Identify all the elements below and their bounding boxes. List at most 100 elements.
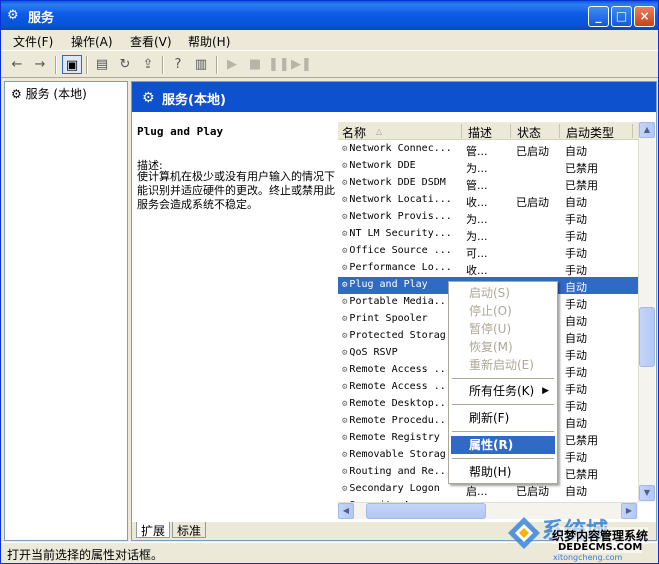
service-startup-type: 手动 bbox=[565, 264, 587, 277]
service-name-cell: ⚙ Protected Storag bbox=[342, 330, 446, 341]
minimize-button[interactable]: _ bbox=[588, 6, 609, 27]
services-gear-icon: ⚙ bbox=[7, 8, 19, 23]
menu-item-refresh[interactable]: 刷新(F) bbox=[451, 409, 555, 427]
properties-icon[interactable]: ▤ bbox=[92, 55, 112, 74]
panel-header-title: 服务(本地) bbox=[162, 93, 226, 108]
menu-view[interactable]: 查看(V) bbox=[130, 33, 172, 50]
menu-item-pause[interactable]: 暂停(U) bbox=[451, 320, 555, 338]
service-startup-type: 手动 bbox=[565, 298, 587, 311]
description-text: 使计算机在极少或没有用户输入的情况下能识别并适应硬件的更改。终止或禁用此服务会造… bbox=[137, 170, 335, 211]
start-service-icon[interactable]: ▶ bbox=[222, 55, 242, 74]
service-row[interactable]: ⚙ Network Connec... 管... 已启动 自动 bbox=[338, 141, 638, 158]
service-name: Network DDE DSDM bbox=[349, 177, 446, 188]
vertical-scroll-thumb[interactable] bbox=[639, 307, 655, 367]
submenu-arrow-icon: ▶ bbox=[542, 386, 549, 396]
services-gear-icon: ⚙ bbox=[11, 87, 22, 101]
service-startup-type: 已禁用 bbox=[565, 162, 598, 175]
service-name: Portable Media... bbox=[349, 296, 452, 307]
menu-item-start[interactable]: 启动(S) bbox=[451, 284, 555, 302]
service-name-cell: ⚙ Network DDE DSDM bbox=[342, 177, 446, 188]
menu-file[interactable]: 文件(F) bbox=[13, 33, 53, 50]
service-row[interactable]: ⚙ Network Provis... 为... 手动 bbox=[338, 209, 638, 226]
menu-help[interactable]: 帮助(H) bbox=[188, 33, 230, 50]
column-header-name[interactable]: 名称 bbox=[342, 124, 366, 141]
stop-service-icon[interactable]: ■ bbox=[245, 55, 265, 74]
services-window: ⚙ 服务 _ □ × 文件(F) 操作(A) 查看(V) 帮助(H) ← → ▣… bbox=[0, 0, 659, 564]
service-name-cell: ⚙ Portable Media... bbox=[342, 296, 452, 307]
service-row[interactable]: ⚙ NT LM Security... 为... 手动 bbox=[338, 226, 638, 243]
service-startup-type: 自动 bbox=[565, 417, 587, 430]
window-title: 服务 bbox=[28, 11, 55, 26]
tree-node-services-local[interactable]: ⚙ 服务 (本地) bbox=[11, 85, 87, 102]
service-name: Removable Storag bbox=[349, 449, 446, 460]
restart-service-icon[interactable]: ▶❚ bbox=[291, 55, 312, 74]
column-divider[interactable] bbox=[510, 124, 511, 138]
console-tree-icon[interactable]: ▣ bbox=[62, 55, 82, 74]
service-name: Remote Procedu... bbox=[349, 415, 452, 426]
console-tree: ⚙ 服务 (本地) bbox=[4, 81, 128, 541]
tab-standard[interactable]: 标准 bbox=[172, 522, 207, 538]
service-name-cell: ⚙ Performance Lo... bbox=[342, 262, 452, 273]
tab-extended[interactable]: 扩展 bbox=[136, 522, 171, 538]
service-description: 管... bbox=[466, 179, 488, 192]
service-gear-icon: ⚙ bbox=[342, 314, 348, 324]
service-name-cell: ⚙ Secondary Logon bbox=[342, 483, 440, 494]
column-divider[interactable] bbox=[461, 124, 462, 138]
service-status: 已启动 bbox=[516, 196, 549, 209]
service-gear-icon: ⚙ bbox=[342, 212, 348, 222]
service-gear-icon: ⚙ bbox=[342, 144, 348, 154]
service-gear-icon: ⚙ bbox=[342, 297, 348, 307]
menu-separator bbox=[452, 404, 554, 405]
back-arrow-icon[interactable]: ← bbox=[7, 55, 27, 74]
service-row[interactable]: ⚙ Performance Lo... 收... 手动 bbox=[338, 260, 638, 277]
service-name-cell: ⚙ Remote Desktop... bbox=[342, 398, 452, 409]
service-name: Network DDE bbox=[349, 160, 416, 171]
service-description: 为... bbox=[466, 213, 488, 226]
pause-service-icon[interactable]: ❚❚ bbox=[268, 55, 290, 74]
service-gear-icon: ⚙ bbox=[342, 382, 348, 392]
service-startup-type: 自动 bbox=[565, 281, 587, 294]
service-row[interactable]: ⚙ Network Locati... 收... 已启动 自动 bbox=[338, 192, 638, 209]
title-bar[interactable]: ⚙ 服务 _ □ × bbox=[1, 1, 658, 30]
forward-arrow-icon[interactable]: → bbox=[30, 55, 50, 74]
menu-item-restart[interactable]: 重新启动(E) bbox=[451, 356, 555, 374]
watermark-line2: DEDECMS.COM bbox=[558, 542, 643, 553]
service-row[interactable]: ⚙ Network DDE 为... 已禁用 bbox=[338, 158, 638, 175]
toolbar-separator bbox=[55, 56, 57, 74]
menu-action[interactable]: 操作(A) bbox=[71, 33, 113, 50]
column-header-description[interactable]: 描述 bbox=[468, 124, 492, 141]
export-list-icon[interactable]: ⇪ bbox=[138, 55, 158, 74]
service-startup-type: 手动 bbox=[565, 247, 587, 260]
column-divider[interactable] bbox=[632, 124, 633, 138]
service-description: 为... bbox=[466, 162, 488, 175]
service-name-cell: ⚙ Plug and Play bbox=[342, 279, 428, 290]
menu-item-properties[interactable]: 属性(R) bbox=[451, 436, 555, 454]
refresh-icon[interactable]: ↻ bbox=[115, 55, 135, 74]
scroll-down-button[interactable]: ▼ bbox=[639, 485, 655, 501]
service-name: Network Locati... bbox=[349, 194, 452, 205]
close-button[interactable]: × bbox=[634, 6, 655, 27]
horizontal-scroll-thumb[interactable] bbox=[366, 503, 486, 519]
service-row[interactable]: ⚙ Office Source ... 可... 手动 bbox=[338, 243, 638, 260]
service-name: Print Spooler bbox=[349, 313, 428, 324]
menu-item-resume[interactable]: 恢复(M) bbox=[451, 338, 555, 356]
service-name: Network Provis... bbox=[349, 211, 452, 222]
help-icon[interactable]: ? bbox=[168, 55, 188, 74]
scroll-left-button[interactable]: ◀ bbox=[338, 503, 354, 519]
column-header-status[interactable]: 状态 bbox=[517, 124, 541, 141]
service-startup-type: 手动 bbox=[565, 230, 587, 243]
scroll-up-button[interactable]: ▲ bbox=[639, 122, 655, 138]
menu-item-help[interactable]: 帮助(H) bbox=[451, 463, 555, 481]
view-icon[interactable]: ▥ bbox=[191, 55, 211, 74]
menu-item-label: 所有任务(K) bbox=[469, 384, 535, 398]
vertical-scrollbar[interactable]: ▲ ▼ bbox=[638, 122, 655, 502]
service-gear-icon: ⚙ bbox=[342, 348, 348, 358]
maximize-button[interactable]: □ bbox=[611, 6, 632, 27]
service-name-cell: ⚙ Network Connec... bbox=[342, 143, 452, 154]
menu-item-all-tasks[interactable]: 所有任务(K) ▶ bbox=[451, 382, 555, 400]
column-header-startup-type[interactable]: 启动类型 bbox=[566, 124, 614, 141]
menu-item-stop[interactable]: 停止(O) bbox=[451, 302, 555, 320]
column-divider[interactable] bbox=[559, 124, 560, 138]
service-description: 管... bbox=[466, 145, 488, 158]
service-row[interactable]: ⚙ Network DDE DSDM 管... 已禁用 bbox=[338, 175, 638, 192]
